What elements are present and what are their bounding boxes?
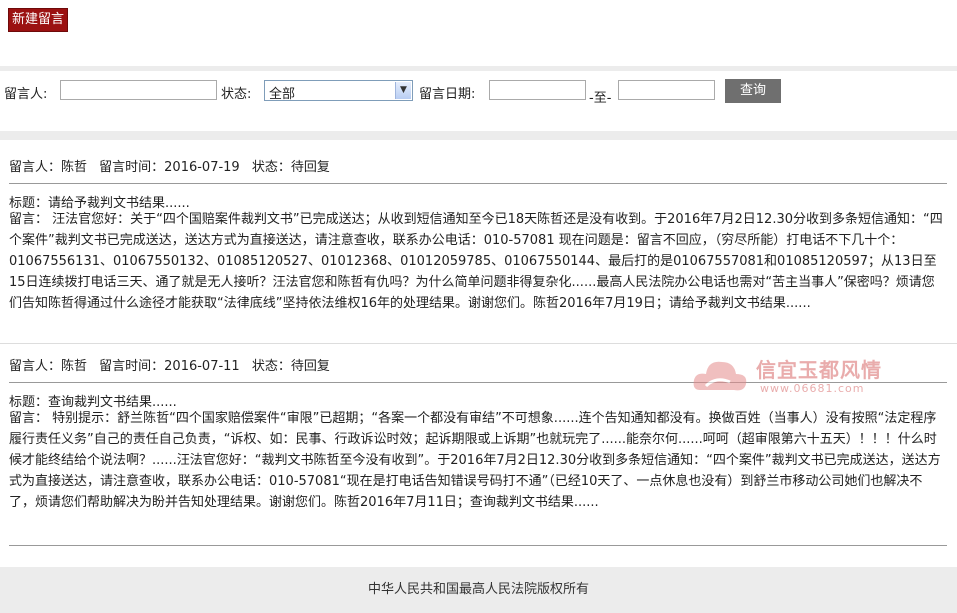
message-meta: 留言人：陈哲 留言时间：2016-07-11 状态：待回复	[9, 355, 338, 374]
message-content: 留言： 特别提示：舒兰陈哲“四个国家赔偿案件“审限”已超期；“各案一个都没有审结…	[9, 411, 941, 510]
footer: 中华人民共和国最高人民法院版权所有	[0, 567, 957, 613]
status-select[interactable]: 全部 ▼	[264, 80, 413, 102]
message-status: 状态：待回复	[251, 359, 330, 374]
message-author: 留言人：陈哲	[9, 359, 88, 374]
message-divider	[9, 545, 947, 546]
cloud-icon	[693, 361, 747, 391]
message-status: 状态：待回复	[251, 160, 330, 175]
divider-band	[0, 131, 957, 140]
date-label: 留言日期:	[419, 87, 476, 102]
query-button[interactable]: 查询	[725, 79, 781, 103]
message-author: 留言人：陈哲	[9, 160, 88, 175]
watermark-url: www.06681.com	[760, 382, 865, 395]
watermark-text: 信宜玉都风情	[756, 358, 882, 382]
message-time: 留言时间：2016-07-11	[99, 359, 240, 374]
author-input[interactable]	[60, 80, 217, 100]
message-time: 留言时间：2016-07-19	[99, 160, 240, 175]
date-to-input[interactable]	[618, 80, 715, 100]
message-divider	[9, 183, 947, 184]
message-content: 留言： 汪法官您好：关于“四个国赔案件裁判文书”已完成送达；从收到短信通知至今已…	[9, 212, 943, 311]
status-selected-value: 全部	[269, 87, 296, 102]
footer-copyright: 中华人民共和国最高人民法院版权所有	[367, 582, 589, 597]
watermark-logo: 信宜玉都风情 www.06681.com	[690, 352, 910, 402]
search-form: 留言人: 状态: 全部 ▼ 留言日期: -至- 查询	[0, 71, 957, 131]
chevron-down-icon[interactable]: ▼	[395, 82, 411, 99]
message-item: 留言人：陈哲 留言时间：2016-07-19 状态：待回复 标题：请给予裁判文书…	[9, 156, 947, 336]
new-message-button[interactable]: 新建留言	[8, 8, 69, 32]
date-from-input[interactable]	[489, 80, 586, 100]
status-label: 状态:	[221, 87, 252, 102]
date-separator: -至-	[589, 91, 612, 106]
author-label: 留言人:	[4, 87, 48, 102]
message-separator	[0, 343, 957, 344]
message-meta: 留言人：陈哲 留言时间：2016-07-19 状态：待回复	[9, 156, 338, 175]
